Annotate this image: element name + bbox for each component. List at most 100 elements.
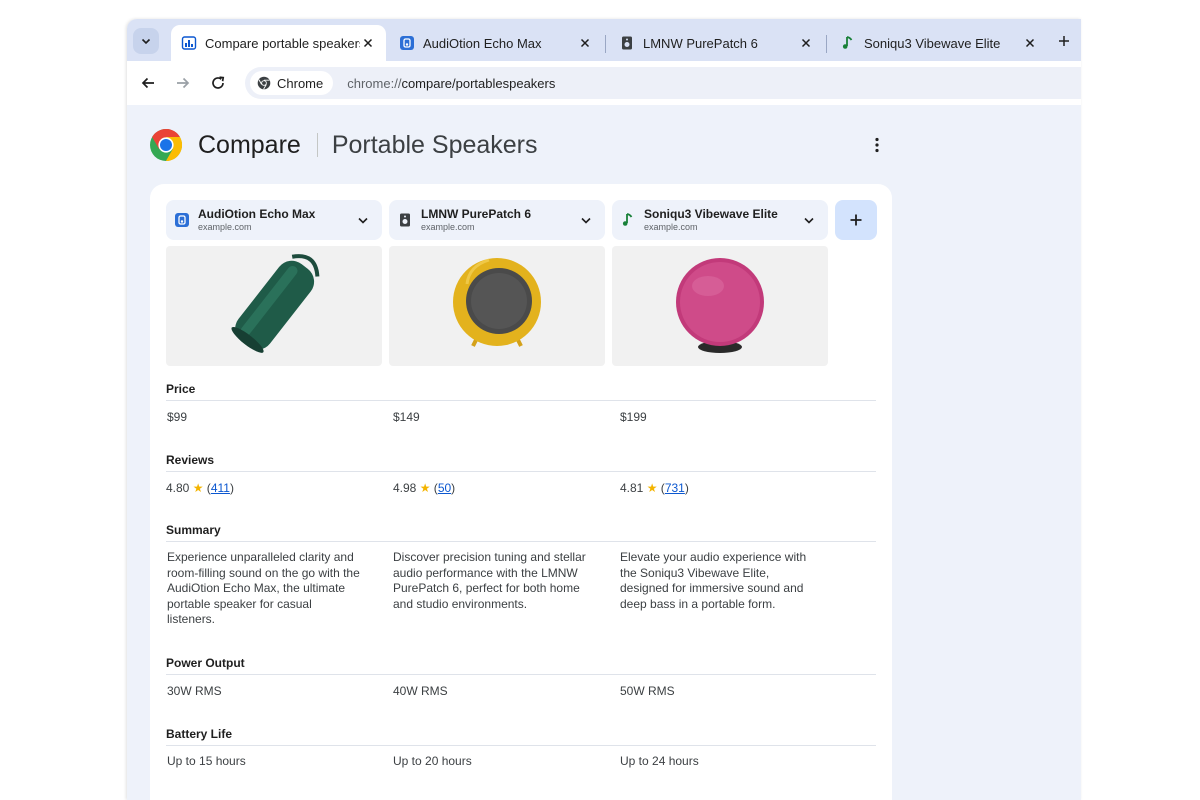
- product-selector[interactable]: Soniqu3 Vibewave Elite example.com: [612, 200, 828, 240]
- tab-lmnw[interactable]: LMNW PurePatch 6: [609, 25, 824, 61]
- battery-life-value: Up to 24 hours: [620, 754, 699, 768]
- selector-text: LMNW PurePatch 6 example.com: [421, 208, 579, 232]
- summary-text: Elevate your audio experience with the S…: [620, 550, 807, 611]
- round-speaker-image: [453, 258, 541, 347]
- product-image[interactable]: [612, 246, 828, 366]
- product-name: LMNW PurePatch 6: [421, 207, 532, 221]
- page-content: Compare Portable Speakers AudiOtion Echo…: [127, 105, 1081, 800]
- price-value: $149: [393, 410, 420, 424]
- tab-title: AudiOtion Echo Max: [423, 35, 542, 51]
- compare-icon: [181, 36, 197, 50]
- url-text: chrome://compare/portablespeakers: [347, 76, 555, 91]
- price-value: $199: [620, 410, 647, 424]
- product-name: Soniqu3 Vibewave Elite: [644, 207, 778, 221]
- row-label-power-output: Power Output: [166, 656, 245, 670]
- row-divider: [166, 471, 876, 472]
- site-info-chip[interactable]: Chrome: [250, 71, 334, 95]
- add-product-button[interactable]: [835, 200, 877, 240]
- product-domain: example.com: [421, 222, 475, 232]
- close-icon[interactable]: [798, 35, 814, 51]
- page-header: Compare Portable Speakers: [149, 127, 538, 163]
- star-icon: ★: [192, 481, 204, 495]
- back-button[interactable]: [137, 72, 159, 94]
- row-divider: [166, 745, 876, 746]
- chrome-icon: [257, 76, 271, 90]
- reload-button[interactable]: [207, 72, 229, 94]
- blue-app-icon: [174, 212, 190, 228]
- speaker-icon: [622, 36, 632, 50]
- browser-window: Compare portable speakers AudiOtion Echo…: [127, 19, 1081, 800]
- tab-title: LMNW PurePatch 6: [643, 35, 758, 51]
- title-divider: [316, 133, 318, 157]
- chevron-down-icon: [141, 38, 151, 45]
- arrow-right-icon: [177, 77, 190, 89]
- speaker-icon: [397, 212, 413, 228]
- chevron-down-icon: [802, 213, 816, 227]
- chrome-logo-icon: [150, 129, 183, 161]
- row-label-battery-life: Battery Life: [166, 727, 233, 741]
- music-note-icon: [842, 36, 853, 49]
- forward-button[interactable]: [172, 72, 194, 94]
- chevron-down-icon: [356, 213, 370, 227]
- review-count-link[interactable]: 50: [438, 481, 451, 495]
- review-summary: 4.81 ★ (731): [620, 481, 689, 495]
- rating-value: 4.81: [620, 481, 644, 495]
- selector-text: Soniqu3 Vibewave Elite example.com: [644, 208, 802, 232]
- close-icon[interactable]: [1022, 35, 1038, 51]
- music-note-icon: [620, 212, 636, 228]
- battery-life-value: Up to 20 hours: [393, 754, 472, 768]
- sphere-speaker-image: [676, 258, 764, 353]
- url-scheme: chrome://: [347, 75, 402, 91]
- url-path: compare/portablespeakers: [401, 75, 556, 91]
- tab-search-button[interactable]: [133, 28, 159, 54]
- review-count-link[interactable]: 411: [211, 481, 230, 495]
- comparison-table: AudiOtion Echo Max example.com LMNW Pure…: [150, 184, 892, 800]
- review-summary: 4.98 ★ (50): [393, 481, 456, 495]
- blue-app-icon: [400, 36, 414, 50]
- toolbar: Chrome chrome://compare/portablespeakers: [127, 61, 1081, 105]
- tab-audiotion[interactable]: AudiOtion Echo Max: [389, 25, 603, 61]
- product-image[interactable]: [389, 246, 605, 366]
- page-subtitle: Portable Speakers: [331, 130, 538, 159]
- row-label-reviews: Reviews: [166, 453, 215, 467]
- selector-text: AudiOtion Echo Max example.com: [198, 208, 356, 232]
- power-output-value: 40W RMS: [393, 684, 448, 698]
- tab-strip: Compare portable speakers AudiOtion Echo…: [127, 19, 1081, 61]
- tab-soniqu3[interactable]: Soniqu3 Vibewave Elite: [830, 25, 1048, 61]
- product-selector[interactable]: AudiOtion Echo Max example.com: [166, 200, 382, 240]
- review-count-link[interactable]: 731: [665, 481, 685, 495]
- cylinder-speaker-image: [231, 254, 320, 353]
- close-icon[interactable]: [577, 35, 593, 51]
- row-label-price: Price: [166, 382, 196, 396]
- rating-value: 4.80: [166, 481, 190, 495]
- row-divider: [166, 541, 876, 542]
- rating-value: 4.98: [393, 481, 417, 495]
- more-vert-icon: [875, 137, 879, 153]
- tab-title: Compare portable speakers: [205, 35, 360, 51]
- row-label-summary: Summary: [166, 523, 221, 537]
- star-icon: ★: [419, 481, 431, 495]
- product-domain: example.com: [198, 222, 252, 232]
- summary-text: Experience unparalleled clarity and room…: [167, 550, 360, 626]
- plus-icon: [850, 214, 862, 226]
- chevron-down-icon: [579, 213, 593, 227]
- plus-icon: [1059, 36, 1069, 46]
- power-output-value: 30W RMS: [167, 684, 222, 698]
- page-title: Compare: [198, 130, 301, 159]
- product-name: AudiOtion Echo Max: [198, 207, 316, 221]
- tab-separator: [826, 35, 827, 53]
- address-bar[interactable]: Chrome chrome://compare/portablespeakers: [245, 67, 1081, 99]
- tab-title: Soniqu3 Vibewave Elite: [864, 35, 1001, 51]
- new-tab-button[interactable]: [1055, 32, 1073, 50]
- more-options-button[interactable]: [867, 135, 887, 155]
- battery-life-value: Up to 15 hours: [167, 754, 246, 768]
- product-selector[interactable]: LMNW PurePatch 6 example.com: [389, 200, 605, 240]
- row-divider: [166, 674, 876, 675]
- close-icon[interactable]: [360, 35, 376, 51]
- product-domain: example.com: [644, 222, 698, 232]
- tab-compare[interactable]: Compare portable speakers: [171, 25, 386, 61]
- product-image[interactable]: [166, 246, 382, 366]
- arrow-left-icon: [141, 77, 154, 89]
- star-icon: ★: [646, 481, 658, 495]
- price-value: $99: [167, 410, 188, 424]
